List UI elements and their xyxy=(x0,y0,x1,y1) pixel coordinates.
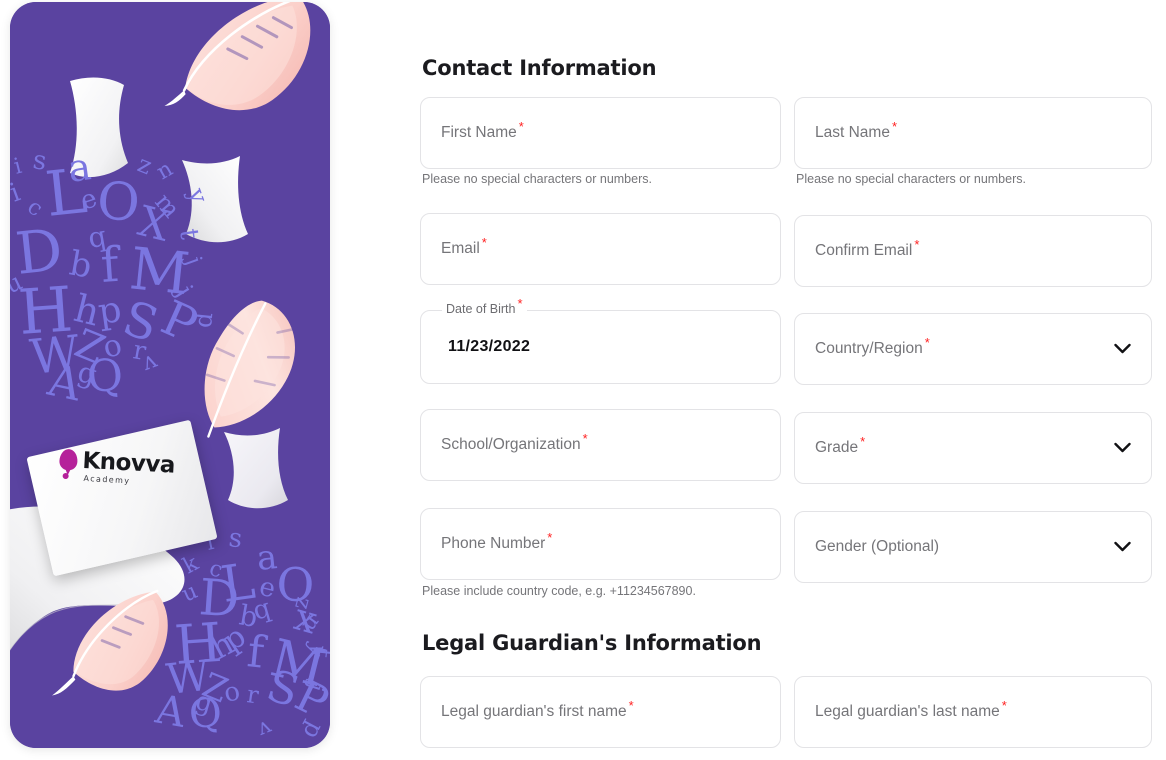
chevron-down-icon[interactable] xyxy=(1114,442,1131,454)
helper-first-name: Please no special characters or numbers. xyxy=(422,172,652,186)
svg-text:Q: Q xyxy=(85,350,125,403)
last-name-placeholder: Last Name * xyxy=(815,118,898,141)
illustration-panel: i s a z n y i L c O e m t q X j D u b f xyxy=(10,2,330,748)
required-asterisk: * xyxy=(860,433,866,449)
field-school-organization[interactable]: School/Organization * xyxy=(420,409,781,481)
field-grade[interactable]: Grade * xyxy=(794,412,1152,484)
field-date-of-birth[interactable]: Date of Birth * 11/23/2022 xyxy=(420,297,781,384)
gender-placeholder: Gender (Optional) xyxy=(815,538,940,555)
required-asterisk: * xyxy=(582,430,588,446)
section-title-legal-guardian: Legal Guardian's Information xyxy=(422,631,762,655)
helper-phone-number: Please include country code, e.g. +11234… xyxy=(422,584,696,598)
field-country-region[interactable]: Country/Region * xyxy=(794,313,1152,385)
date-of-birth-value: 11/23/2022 xyxy=(448,338,531,355)
field-phone-number[interactable]: Phone Number * xyxy=(420,508,781,580)
confirm-email-placeholder: Confirm Email * xyxy=(815,236,920,259)
field-first-name[interactable]: First Name * xyxy=(420,97,781,169)
first-name-placeholder: First Name * xyxy=(441,118,524,141)
guardian-first-name-placeholder: Legal guardian's first name * xyxy=(441,697,634,720)
registration-page: i s a z n y i L c O e m t q X j D u b f xyxy=(0,0,1166,760)
required-asterisk: * xyxy=(628,697,634,713)
date-of-birth-label: Date of Birth * xyxy=(442,297,527,316)
field-email[interactable]: Email * xyxy=(420,213,781,285)
field-gender[interactable]: Gender (Optional) xyxy=(794,511,1152,583)
svg-text:p: p xyxy=(192,311,221,329)
required-asterisk: * xyxy=(1001,697,1007,713)
email-placeholder: Email * xyxy=(441,234,487,257)
country-region-placeholder: Country/Region * xyxy=(815,334,930,357)
school-organization-placeholder: School/Organization * xyxy=(441,430,588,453)
phone-number-placeholder: Phone Number * xyxy=(441,529,553,552)
required-asterisk: * xyxy=(891,118,898,134)
chevron-down-icon[interactable] xyxy=(1114,343,1131,355)
chevron-down-icon[interactable] xyxy=(1114,541,1131,553)
field-guardian-first-name[interactable]: Legal guardian's first name * xyxy=(420,676,781,748)
required-asterisk: * xyxy=(914,236,920,252)
grade-placeholder: Grade * xyxy=(815,433,866,456)
field-confirm-email[interactable]: Confirm Email * xyxy=(794,215,1152,287)
field-last-name[interactable]: Last Name * xyxy=(794,97,1152,169)
required-asterisk: * xyxy=(517,295,523,311)
registration-form: Contact Information First Name * Please n… xyxy=(420,0,1166,760)
required-asterisk: * xyxy=(547,529,553,545)
guardian-last-name-placeholder: Legal guardian's last name * xyxy=(815,697,1007,720)
required-asterisk: * xyxy=(924,334,930,350)
illustration-graphic: i s a z n y i L c O e m t q X j D u b f xyxy=(10,2,330,748)
section-title-contact-information: Contact Information xyxy=(422,56,657,80)
helper-last-name: Please no special characters or numbers. xyxy=(796,172,1026,186)
svg-text:Q: Q xyxy=(187,690,223,738)
required-asterisk: * xyxy=(481,234,487,250)
field-guardian-last-name[interactable]: Legal guardian's last name * xyxy=(794,676,1152,748)
required-asterisk: * xyxy=(518,118,524,134)
